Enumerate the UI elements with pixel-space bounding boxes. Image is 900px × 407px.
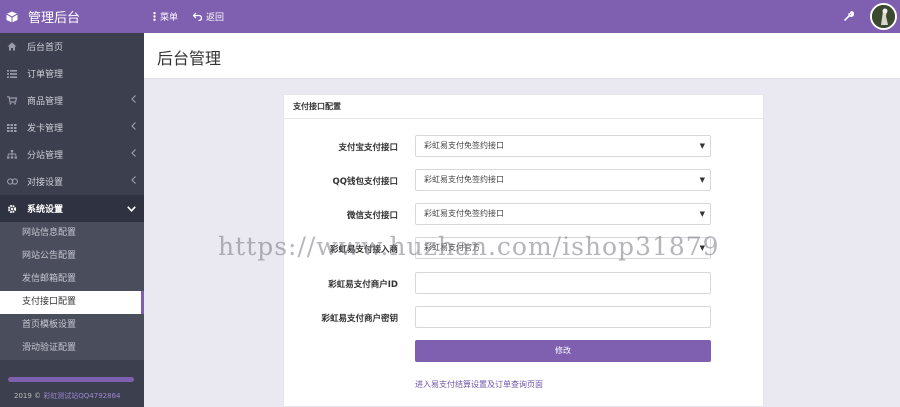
chevron-left-icon [131, 95, 136, 106]
sidebar-scrollbar[interactable] [8, 377, 134, 382]
home-icon [6, 42, 18, 52]
field-label: 支付宝支付接口 [338, 143, 398, 153]
copyright-year: 2019 © [14, 392, 42, 400]
chevron-left-icon [131, 122, 136, 133]
form-row-provider: 彩虹易支付接入商 彩虹易支付官方 ▼ [284, 237, 764, 259]
sidebar-item-label: 系统设置 [27, 205, 64, 215]
caret-down-icon: ▼ [699, 210, 705, 218]
field-label: 彩虹易支付商户密钥 [321, 314, 398, 324]
sidebar-item-products[interactable]: 商品管理 [0, 87, 144, 114]
sidebar-item-integration[interactable]: 对接设置 [0, 168, 144, 195]
avatar-image [872, 5, 895, 28]
top-navbar: 管理后台 菜单 返回 [0, 0, 900, 33]
caret-down-icon: ▼ [699, 142, 705, 150]
chevron-down-icon [127, 205, 136, 215]
wrench-icon[interactable] [844, 11, 854, 21]
copyright: 2019 © 彩虹测试站QQ4792864 [14, 391, 120, 401]
sidebar-subitem-site-info[interactable]: 网站信息配置 [0, 222, 144, 245]
field-label: 彩虹易支付接入商 [329, 245, 398, 255]
form-row-wxpay: 微信支付接口 彩虹易支付免签约接口 ▼ [284, 203, 764, 225]
sidebar-subitem-mail[interactable]: 发信邮箱配置 [0, 268, 144, 291]
sidebar-subitem-template[interactable]: 首页模板设置 [0, 314, 144, 337]
link-icon [6, 177, 18, 187]
payment-config-panel: 支付接口配置 支付宝支付接口 彩虹易支付免签约接口 ▼ QQ钱包支付接口 彩虹易… [283, 94, 764, 407]
sidebar-item-system-settings[interactable]: 系统设置 [0, 195, 144, 222]
list-icon [6, 69, 18, 79]
chevron-left-icon [131, 176, 136, 187]
alipay-select[interactable]: 彩虹易支付免签约接口 ▼ [415, 135, 711, 157]
menu-toggle-button[interactable]: 菜单 [153, 10, 178, 23]
sidebar-item-substations[interactable]: 分站管理 [0, 141, 144, 168]
page-title: 后台管理 [157, 49, 222, 68]
sidebar-item-label: 分站管理 [27, 151, 64, 161]
sidebar-item-label: 商品管理 [27, 97, 64, 107]
sidebar-item-label: 后台首页 [27, 43, 64, 53]
qqpay-select[interactable]: 彩虹易支付免签约接口 ▼ [415, 169, 711, 191]
sidebar: 后台首页 订单管理 商品管理 发卡管理 分站管理 对接设置 系统设置 网站信息配… [0, 33, 144, 407]
caret-down-icon: ▼ [699, 244, 705, 252]
panel-title: 支付接口配置 [284, 95, 763, 119]
avatar[interactable] [870, 3, 897, 30]
menu-label: 菜单 [160, 13, 179, 23]
undo-icon [193, 12, 202, 21]
sidebar-item-orders[interactable]: 订单管理 [0, 60, 144, 87]
chevron-left-icon [131, 149, 136, 160]
form-row-merchant-id: 彩虹易支付商户ID [284, 272, 764, 294]
select-value: 彩虹易支付免签约接口 [424, 175, 504, 184]
sidebar-item-cards[interactable]: 发卡管理 [0, 114, 144, 141]
field-label: QQ钱包支付接口 [332, 177, 398, 187]
field-label: 微信支付接口 [346, 211, 398, 221]
caret-down-icon: ▼ [699, 176, 705, 184]
form-row-merchant-key: 彩虹易支付商户密钥 [284, 306, 764, 328]
merchant-key-input[interactable] [415, 306, 711, 328]
sidebar-item-label: 订单管理 [27, 70, 64, 80]
select-value: 彩虹易支付官方 [424, 243, 480, 252]
cart-icon [6, 96, 18, 106]
form-row-qqpay: QQ钱包支付接口 彩虹易支付免签约接口 ▼ [284, 169, 764, 191]
app-title: 管理后台 [28, 11, 81, 26]
select-value: 彩虹易支付免签约接口 [424, 209, 504, 218]
select-value: 彩虹易支付免签约接口 [424, 141, 504, 150]
submit-button[interactable]: 修改 [415, 340, 711, 362]
form-row-alipay: 支付宝支付接口 彩虹易支付免签约接口 ▼ [284, 135, 764, 157]
gear-icon [6, 204, 18, 214]
back-label: 返回 [206, 13, 225, 23]
provider-select[interactable]: 彩虹易支付官方 ▼ [415, 237, 711, 259]
cube-icon [6, 11, 18, 22]
brand[interactable]: 管理后台 [0, 0, 144, 33]
page-header: 后台管理 [144, 33, 900, 79]
sidebar-footer: 2019 © 彩虹测试站QQ4792864 [0, 373, 144, 407]
dots-vertical-icon [153, 12, 156, 21]
merchant-id-input[interactable] [415, 272, 711, 294]
copyright-link[interactable]: 彩虹测试站QQ4792864 [43, 392, 120, 400]
sitemap-icon [6, 150, 18, 160]
sidebar-subitem-captcha[interactable]: 滑动验证配置 [0, 337, 144, 360]
sidebar-submenu: 网站信息配置 网站公告配置 发信邮箱配置 支付接口配置 首页模板设置 滑动验证配… [0, 222, 144, 360]
sidebar-item-home[interactable]: 后台首页 [0, 33, 144, 60]
wxpay-select[interactable]: 彩虹易支付免签约接口 ▼ [415, 203, 711, 225]
grid-icon [6, 123, 18, 133]
field-label: 彩虹易支付商户ID [328, 280, 398, 290]
sidebar-subitem-payment[interactable]: 支付接口配置 [0, 291, 144, 314]
sidebar-item-label: 发卡管理 [27, 124, 64, 134]
sidebar-item-label: 对接设置 [27, 178, 64, 188]
back-button[interactable]: 返回 [193, 10, 224, 23]
sidebar-subitem-site-notice[interactable]: 网站公告配置 [0, 245, 144, 268]
settlement-link[interactable]: 进入易支付结算设置及订单查询页面 [415, 379, 543, 390]
